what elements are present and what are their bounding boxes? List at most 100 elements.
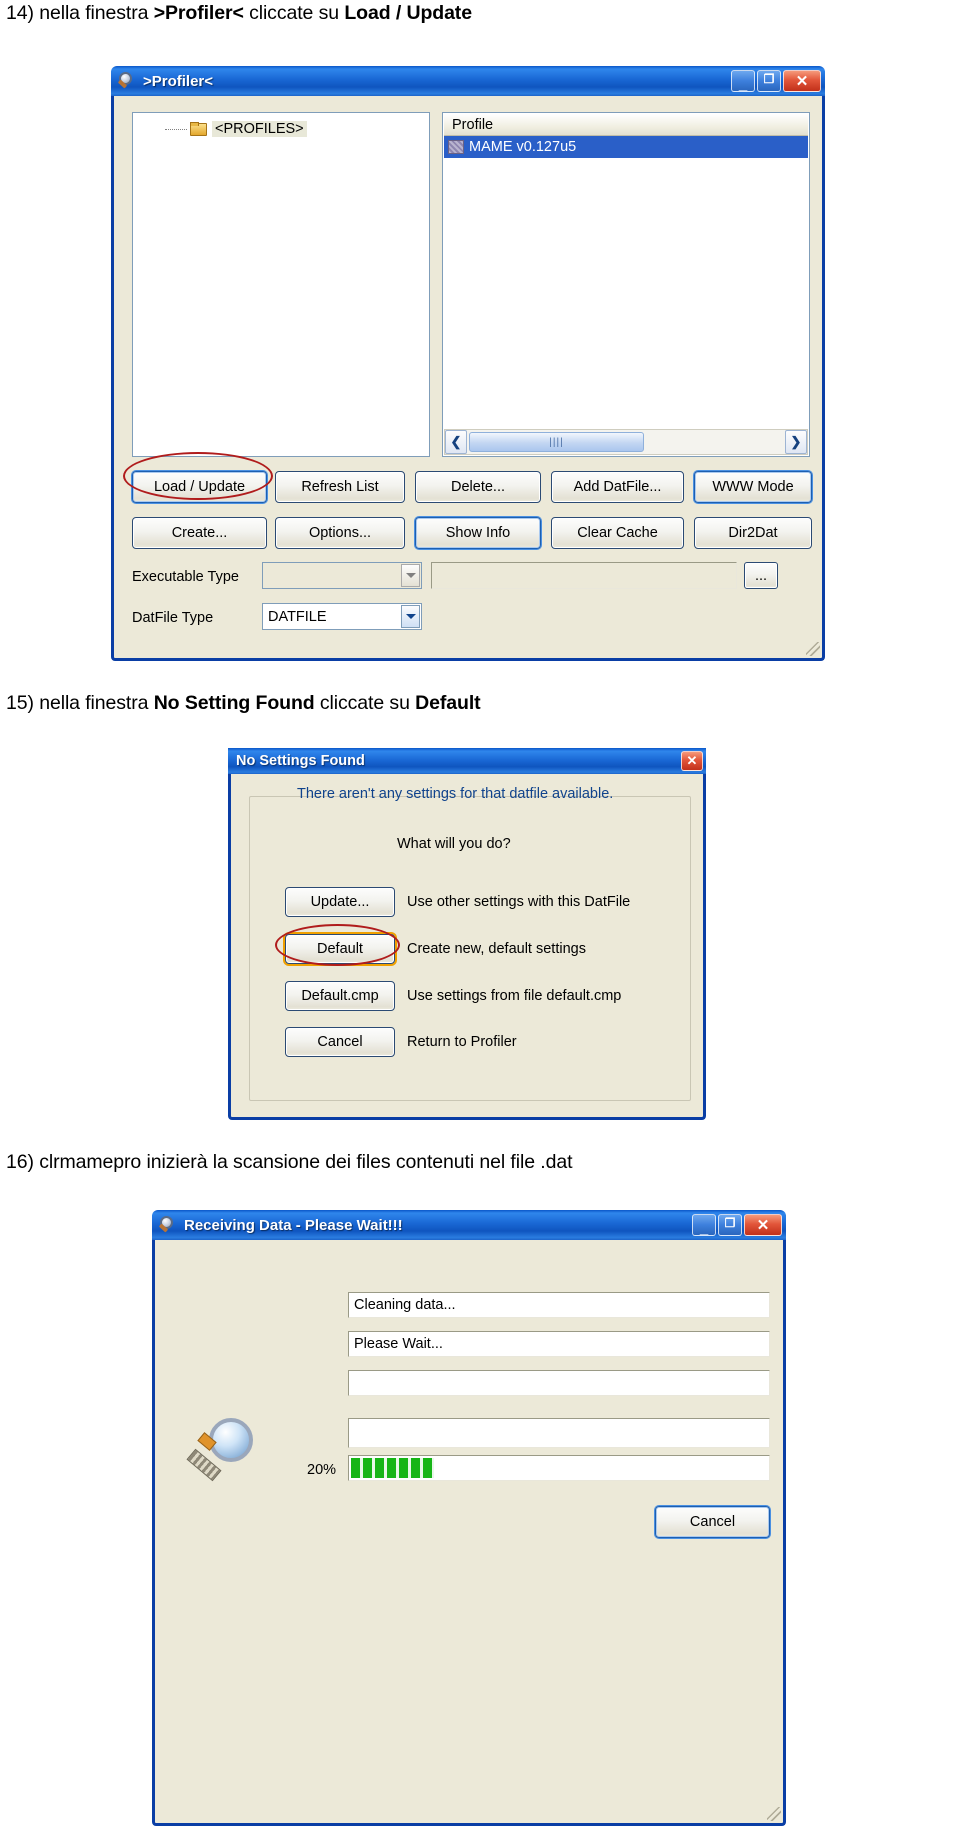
step-15-text: 15) nella finestra No Setting Found clic… (6, 692, 481, 715)
minimize-button[interactable]: _ (692, 1214, 716, 1236)
default-cmp-button[interactable]: Default.cmp (285, 981, 395, 1011)
default-description: Create new, default settings (407, 941, 586, 957)
magnifier-icon (117, 72, 137, 90)
profiler-window: >Profiler< _ ❐ ✕ <PROFILES> Profile MAME… (111, 66, 825, 661)
www-mode-label: WWW Mode (712, 479, 794, 495)
step-16-body: clrmamepro inizierà la scansione dei fil… (39, 1151, 573, 1173)
maximize-button[interactable]: ❐ (757, 70, 781, 92)
magnifier-icon (186, 1418, 279, 1502)
tree-item-profiles[interactable]: <PROFILES> (165, 121, 307, 137)
profile-column-header[interactable]: Profile (444, 114, 808, 136)
status-field-2-value: Please Wait... (354, 1336, 443, 1352)
step-16-text: 16) clrmamepro inizierà la scansione dei… (6, 1151, 573, 1174)
cancel-label: Cancel (317, 1034, 363, 1050)
options-label: Options... (308, 525, 372, 541)
load-update-button[interactable]: Load / Update (132, 471, 267, 503)
cancel-description: Return to Profiler (407, 1034, 517, 1050)
progress-bar-fill (351, 1458, 435, 1478)
cancel-button[interactable]: Cancel (285, 1027, 395, 1057)
status-field-3 (348, 1370, 770, 1396)
profiler-window-buttons: _ ❐ ✕ (731, 70, 821, 92)
add-datfile-label: Add DatFile... (573, 479, 662, 495)
receiving-titlebar[interactable]: Receiving Data - Please Wait!!! _ ❐ ✕ (152, 1210, 786, 1240)
step-14-text: 14) nella finestra >Profiler< cliccate s… (6, 2, 472, 25)
scrollbar-thumb[interactable]: |||| (469, 432, 644, 452)
magnifier-icon (158, 1216, 178, 1234)
no-settings-question: What will you do? (397, 836, 511, 852)
create-button[interactable]: Create... (132, 517, 267, 549)
close-button[interactable]: ✕ (744, 1214, 782, 1236)
chevron-down-icon[interactable] (401, 605, 420, 628)
receiving-title: Receiving Data - Please Wait!!! (184, 1216, 403, 1234)
delete-button[interactable]: Delete... (415, 471, 541, 503)
update-label: Update... (310, 894, 370, 910)
profiler-titlebar[interactable]: >Profiler< _ ❐ ✕ (111, 66, 825, 96)
dir2dat-button[interactable]: Dir2Dat (694, 517, 812, 549)
maximize-button[interactable]: ❐ (718, 1214, 742, 1236)
default-cmp-description: Use settings from file default.cmp (407, 988, 622, 1004)
refresh-list-label: Refresh List (301, 479, 379, 495)
minimize-button[interactable]: _ (731, 70, 755, 92)
no-settings-titlebar[interactable]: No Settings Found ✕ (228, 748, 706, 774)
scroll-right-icon[interactable]: ❯ (785, 430, 807, 454)
no-settings-title: No Settings Found (236, 753, 365, 769)
step-16-number: 16) (6, 1151, 34, 1173)
receiving-window-buttons: _ ❐ ✕ (692, 1214, 782, 1236)
executable-path-field[interactable] (431, 562, 737, 589)
default-label: Default (317, 941, 363, 957)
receiving-data-window: Receiving Data - Please Wait!!! _ ❐ ✕ Cl… (152, 1210, 786, 1826)
options-button[interactable]: Options... (275, 517, 405, 549)
show-info-button[interactable]: Show Info (415, 517, 541, 549)
table-row[interactable]: MAME v0.127u5 (444, 136, 808, 158)
default-button[interactable]: Default (285, 934, 395, 964)
step-14-body: nella finestra >Profiler< cliccate su Lo… (39, 2, 472, 24)
chevron-down-icon[interactable] (401, 564, 420, 587)
receiving-client-area: Cleaning data... Please Wait... 20% Canc… (152, 1240, 786, 1826)
profile-list-panel[interactable]: Profile MAME v0.127u5 ❮ |||| ❯ (442, 112, 810, 457)
no-settings-description: There aren't any settings for that datfi… (297, 786, 614, 802)
step-15-number: 15) (6, 692, 34, 714)
progress-percent-label: 20% (307, 1462, 337, 1478)
cancel-button[interactable]: Cancel (655, 1506, 770, 1538)
clear-cache-label: Clear Cache (577, 525, 658, 541)
update-description: Use other settings with this DatFile (407, 894, 631, 910)
add-datfile-button[interactable]: Add DatFile... (551, 471, 684, 503)
status-field-1-value: Cleaning data... (354, 1297, 456, 1313)
close-button[interactable]: ✕ (681, 751, 703, 771)
datfile-type-value: DATFILE (268, 608, 327, 625)
status-field-1: Cleaning data... (348, 1292, 770, 1318)
dir2dat-label: Dir2Dat (728, 525, 778, 541)
progress-bar (348, 1455, 770, 1481)
profiler-client-area: <PROFILES> Profile MAME v0.127u5 ❮ |||| … (111, 96, 825, 661)
step-15-body: nella finestra No Setting Found cliccate… (39, 692, 481, 714)
tree-item-label: <PROFILES> (212, 121, 307, 137)
browse-button[interactable]: ... (744, 562, 778, 589)
resize-grip[interactable] (806, 642, 820, 656)
close-button[interactable]: ✕ (783, 70, 821, 92)
cancel-label: Cancel (689, 1514, 736, 1530)
executable-type-label: Executable Type (132, 569, 239, 585)
www-mode-button[interactable]: WWW Mode (694, 471, 812, 503)
create-label: Create... (171, 525, 228, 541)
show-info-label: Show Info (445, 525, 511, 541)
status-field-4 (348, 1418, 770, 1448)
clear-cache-button[interactable]: Clear Cache (551, 517, 684, 549)
profiler-title: >Profiler< (143, 72, 214, 90)
load-update-label: Load / Update (153, 479, 246, 495)
profiles-tree-panel[interactable]: <PROFILES> (132, 112, 430, 457)
resize-grip[interactable] (767, 1807, 781, 1821)
profile-column-label: Profile (452, 116, 494, 133)
rom-icon (448, 140, 464, 154)
no-settings-dialog: No Settings Found ✕ There aren't any set… (228, 748, 706, 1120)
status-field-2: Please Wait... (348, 1331, 770, 1357)
horizontal-scrollbar[interactable]: ❮ |||| ❯ (444, 429, 808, 455)
profile-row-label: MAME v0.127u5 (469, 139, 577, 155)
scroll-left-icon[interactable]: ❮ (445, 430, 467, 454)
tree-connector-icon (165, 128, 187, 130)
delete-label: Delete... (451, 479, 505, 495)
executable-type-combo[interactable] (262, 562, 422, 589)
datfile-type-combo[interactable]: DATFILE (262, 603, 422, 630)
refresh-list-button[interactable]: Refresh List (275, 471, 405, 503)
step-14-number: 14) (6, 2, 34, 24)
update-button[interactable]: Update... (285, 887, 395, 917)
